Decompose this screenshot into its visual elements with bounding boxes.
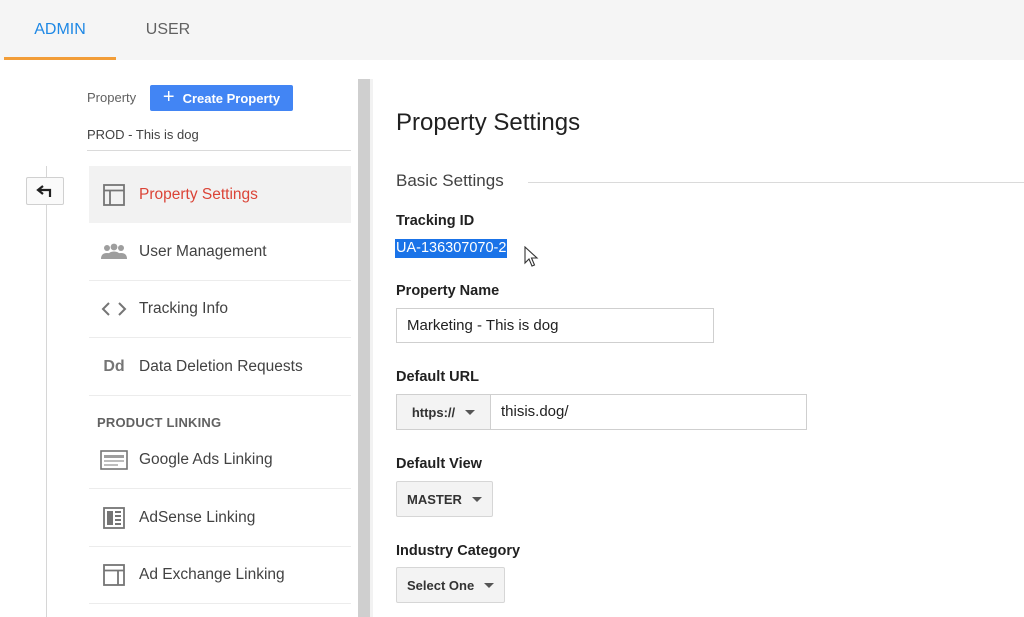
industry-category-value: Select One	[407, 577, 475, 593]
tab-admin[interactable]: ADMIN	[4, 0, 116, 60]
product-linking-heading: PRODUCT LINKING	[97, 415, 222, 430]
tab-user[interactable]: USER	[116, 0, 220, 60]
plus-icon: +	[162, 86, 175, 108]
url-protocol-dropdown[interactable]: https://	[397, 395, 491, 429]
rail-line	[46, 166, 47, 617]
sidebar-item-adsense-linking[interactable]: AdSense Linking	[89, 490, 351, 547]
url-protocol-value: https://	[411, 404, 456, 420]
sidebar-item-google-ads-linking[interactable]: Google Ads Linking	[89, 432, 351, 489]
default-view-dropdown[interactable]: MASTER	[396, 481, 493, 517]
chevron-down-icon	[471, 496, 482, 502]
chevron-down-icon	[484, 582, 495, 588]
back-arrow-icon	[36, 185, 52, 197]
default-url-field: https:// thisis.dog/	[396, 394, 807, 430]
sidebar-item-tracking-info[interactable]: Tracking Info	[89, 281, 351, 338]
sidebar-item-data-deletion[interactable]: Dd Data Deletion Requests	[89, 339, 351, 396]
sidebar-item-label: AdSense Linking	[139, 509, 256, 526]
create-property-label: Create Property	[182, 90, 281, 106]
property-label: Property	[87, 90, 137, 105]
sidebar-item-user-management[interactable]: User Management	[89, 224, 351, 281]
mouse-cursor-icon	[524, 246, 539, 267]
default-view-value: MASTER	[407, 491, 462, 507]
default-view-label: Default View	[396, 456, 482, 472]
sidebar-scrollbar[interactable]	[358, 79, 370, 617]
property-name-input[interactable]: Marketing - This is dog	[396, 308, 714, 343]
sidebar-item-ad-exchange-linking[interactable]: Ad Exchange Linking	[89, 547, 351, 604]
create-property-button[interactable]: + Create Property	[150, 85, 293, 111]
industry-category-label: Industry Category	[396, 543, 521, 559]
adexchange-icon	[89, 564, 139, 586]
dd-icon: Dd	[103, 358, 125, 375]
code-icon	[89, 301, 139, 317]
sidebar-item-label: Ad Exchange Linking	[139, 566, 285, 583]
property-name-label: Property Name	[396, 283, 500, 299]
tracking-id-label: Tracking ID	[396, 213, 475, 229]
adsense-icon	[89, 507, 139, 529]
sidebar-item-label: Data Deletion Requests	[139, 358, 303, 375]
sidebar-item-label: Tracking Info	[139, 300, 229, 317]
tracking-id-value[interactable]: UA-136307070-2	[395, 239, 508, 258]
sidebar-item-property-settings[interactable]: Property Settings	[89, 166, 351, 223]
industry-category-dropdown[interactable]: Select One	[396, 567, 506, 603]
property-selector[interactable]: PROD - This is dog	[87, 127, 199, 142]
default-url-input[interactable]: thisis.dog/	[491, 395, 806, 429]
default-url-label: Default URL	[396, 369, 479, 385]
ads-icon	[89, 450, 139, 470]
layout-icon	[89, 183, 139, 206]
chevron-down-icon	[465, 409, 476, 415]
section-title: Basic Settings	[396, 171, 504, 190]
back-button[interactable]	[26, 177, 64, 205]
sidebar-item-label: User Management	[139, 243, 267, 260]
people-icon	[89, 243, 139, 261]
page-title: Property Settings	[396, 109, 581, 136]
top-tab-bar: ADMIN USER	[0, 0, 1024, 60]
sidebar-divider	[87, 150, 351, 151]
section-divider	[528, 182, 1024, 183]
sidebar-item-label: Google Ads Linking	[139, 451, 273, 468]
scrollbar-track	[370, 79, 373, 617]
sidebar-item-label: Property Settings	[139, 185, 258, 203]
